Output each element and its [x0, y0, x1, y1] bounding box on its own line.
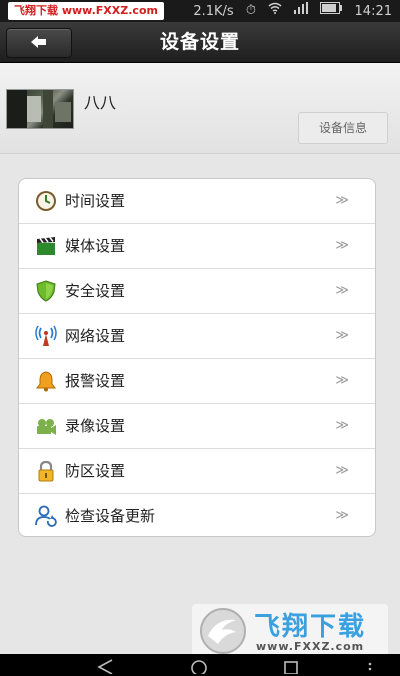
video-camera-icon: [37, 419, 56, 435]
watermark: 飞翔下载 www.FXXZ.com: [192, 604, 388, 658]
settings-menu: 时间设置 ≫ 媒体设置 ≫ 安全设置 ≫ 网络设置 ≫ 报警设置 ≫ 录像设置 …: [18, 178, 376, 537]
chevron-right-icon: ≫: [335, 283, 349, 298]
menu-item-network-settings[interactable]: 网络设置 ≫: [19, 314, 375, 359]
device-name: 八八: [84, 93, 117, 112]
lock-icon: [38, 460, 54, 482]
device-info-button[interactable]: 设备信息: [298, 112, 388, 144]
clapperboard-icon: [37, 237, 55, 255]
menu-item-label: 防区设置: [65, 462, 126, 480]
watermark-brand: 飞翔下载: [254, 612, 367, 642]
menu-item-label: 录像设置: [65, 417, 126, 435]
menu-item-label: 报警设置: [65, 372, 126, 390]
chevron-right-icon: ≫: [335, 418, 349, 433]
wifi-icon: [268, 2, 282, 20]
chevron-right-icon: ≫: [335, 238, 349, 253]
menu-item-label: 媒体设置: [65, 237, 126, 255]
nav-recent-icon[interactable]: [282, 658, 300, 674]
chevron-right-icon: ≫: [335, 373, 349, 388]
watermark-badge: 飞翔下载 www.FXXZ.com: [8, 2, 164, 20]
menu-item-label: 时间设置: [65, 192, 126, 210]
menu-item-zone-settings[interactable]: 防区设置 ≫: [19, 449, 375, 494]
bell-icon: [36, 371, 56, 392]
chevron-right-icon: ≫: [335, 508, 349, 523]
watermark-url: www.FXXZ.com: [256, 640, 365, 653]
chevron-right-icon: ≫: [335, 463, 349, 478]
nav-menu-icon[interactable]: [366, 658, 374, 674]
shield-icon: [36, 280, 56, 302]
chevron-right-icon: ≫: [335, 193, 349, 208]
battery-icon: [320, 2, 343, 20]
title-bar: 设备设置: [0, 22, 400, 63]
antenna-icon: [35, 325, 57, 346]
navigation-bar: [0, 654, 400, 676]
clock-time: 14:21: [354, 3, 392, 19]
menu-item-label: 安全设置: [65, 282, 126, 300]
back-arrow-icon: [31, 36, 46, 48]
nav-back-icon[interactable]: [96, 658, 114, 674]
status-indicators: 2.1K/s ⏱ 14:21: [185, 2, 392, 20]
menu-item-time-settings[interactable]: 时间设置 ≫: [19, 179, 375, 224]
user-refresh-icon: [35, 505, 57, 527]
status-bar: 飞翔下载 www.FXXZ.com 2.1K/s ⏱ 14:21: [0, 0, 400, 22]
network-speed: 2.1K/s: [193, 3, 234, 19]
fxxz-logo-icon: [200, 608, 246, 654]
menu-item-media-settings[interactable]: 媒体设置 ≫: [19, 224, 375, 269]
clock-icon: [36, 191, 56, 211]
menu-item-alarm-settings[interactable]: 报警设置 ≫: [19, 359, 375, 404]
device-thumbnail[interactable]: [6, 89, 74, 129]
chevron-right-icon: ≫: [335, 328, 349, 343]
nav-home-icon[interactable]: [190, 658, 208, 674]
menu-item-recording-settings[interactable]: 录像设置 ≫: [19, 404, 375, 449]
menu-item-label: 网络设置: [65, 327, 126, 345]
alarm-icon: ⏱: [245, 3, 256, 18]
menu-item-label: 检查设备更新: [65, 507, 156, 525]
menu-item-security-settings[interactable]: 安全设置 ≫: [19, 269, 375, 314]
menu-item-check-update[interactable]: 检查设备更新 ≫: [19, 494, 375, 536]
back-button[interactable]: [6, 28, 72, 58]
signal-icon: [294, 2, 309, 20]
